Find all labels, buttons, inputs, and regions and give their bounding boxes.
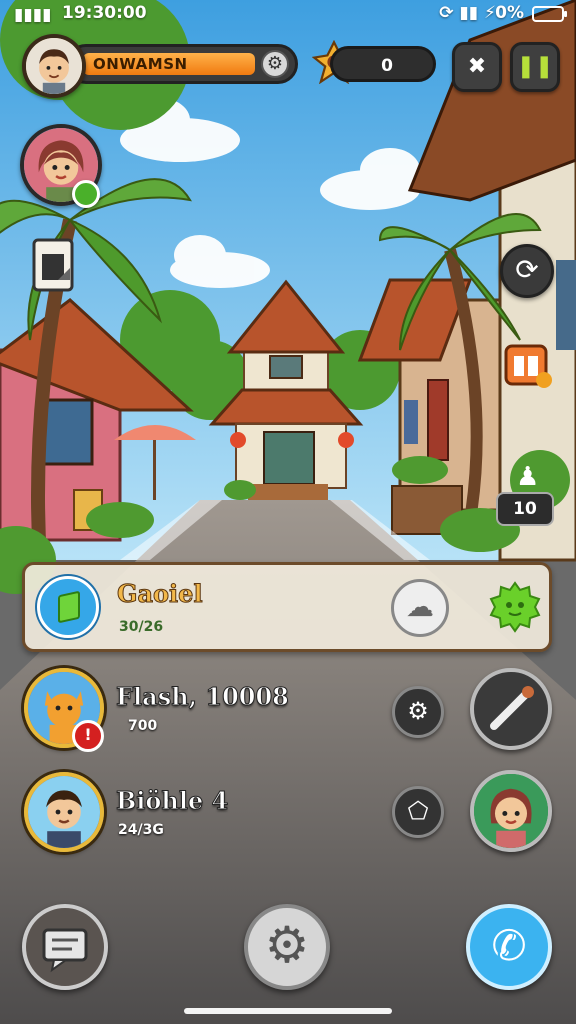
row2-avatar[interactable] bbox=[24, 772, 104, 852]
count-badge[interactable]: 10 bbox=[496, 492, 554, 526]
player-avatar[interactable] bbox=[22, 34, 86, 98]
player-settings-icon[interactable]: ⚙ bbox=[261, 50, 289, 78]
row1-gear-button[interactable]: ⚙ bbox=[392, 686, 444, 738]
document-icon[interactable] bbox=[30, 236, 80, 296]
home-indicator[interactable] bbox=[184, 1008, 392, 1014]
tools-button[interactable]: ✖ bbox=[452, 42, 502, 92]
battery-icon bbox=[532, 6, 567, 22]
currency-value: 0 bbox=[381, 56, 393, 76]
pawn-icon: ♟ bbox=[516, 462, 540, 492]
alert-badge: ! bbox=[72, 720, 104, 752]
row2-subtitle: 24/3G bbox=[118, 822, 164, 838]
girl-avatar-button[interactable] bbox=[470, 770, 552, 852]
settings-button[interactable]: ⚙ bbox=[244, 904, 330, 990]
row2-title: Biöhle 4 bbox=[115, 786, 229, 816]
shop-icon[interactable] bbox=[500, 338, 554, 392]
chat-button[interactable] bbox=[22, 904, 108, 990]
player-name-bar[interactable]: ONWAMSN ⚙ bbox=[66, 44, 298, 84]
quest-panel[interactable]: Gaoiel 30/26 ☁ bbox=[22, 562, 552, 652]
player-name: ONWAMSN bbox=[93, 55, 188, 73]
status-bar: ▮▮▮▮ 19:30:00 ⟳ ▮▮ ⚡ 0% bbox=[0, 0, 576, 28]
row2-action-button[interactable]: ⬠ bbox=[392, 786, 444, 838]
friend-online-badge bbox=[72, 180, 100, 208]
panel-title: Gaoiel bbox=[117, 579, 204, 609]
knife-button[interactable] bbox=[470, 668, 552, 750]
battery-percent: 0% bbox=[495, 3, 524, 23]
phone-button[interactable]: ✆ bbox=[466, 904, 552, 990]
currency-bar[interactable]: 0 bbox=[330, 46, 436, 82]
status-icons: ⟳ ▮▮ ⚡ bbox=[439, 3, 496, 23]
panel-subtitle: 30/26 bbox=[119, 619, 164, 635]
gear-badge-icon[interactable] bbox=[487, 579, 543, 635]
row1-title: Flash, 10008 bbox=[116, 682, 290, 712]
pause-button[interactable]: ❚❚ bbox=[510, 42, 560, 92]
signal-icon: ▮▮▮▮ bbox=[14, 5, 52, 25]
refresh-button[interactable]: ⟳ bbox=[500, 244, 554, 298]
cloud-button[interactable]: ☁ bbox=[391, 579, 449, 637]
status-time: 19:30:00 bbox=[62, 3, 147, 23]
gem-icon bbox=[37, 576, 99, 638]
row1-subtitle: 700 bbox=[128, 718, 158, 734]
